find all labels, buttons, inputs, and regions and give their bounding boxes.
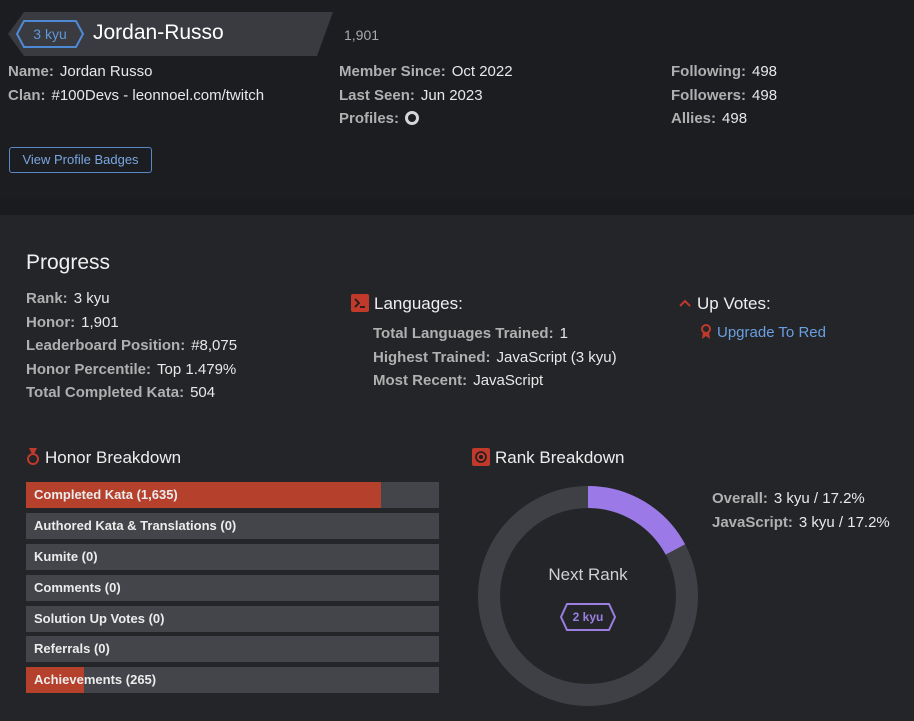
languages-stats: Total Languages Trained: 1 Highest Traine… xyxy=(373,322,617,393)
lang-highest-trained: Highest Trained: JavaScript (3 kyu) xyxy=(373,348,617,366)
rank-breakdown-title: Rank Breakdown xyxy=(495,448,625,467)
languages-title: Languages: xyxy=(374,294,463,313)
honor-breakdown-heading: Honor Breakdown xyxy=(26,448,181,468)
rank-breakdown-stats: Overall: 3 kyu / 17.2% JavaScript: 3 kyu /… xyxy=(712,487,890,534)
rank-overall: Overall: 3 kyu / 17.2% xyxy=(712,490,865,507)
honor-bar: Solution Up Votes (0) xyxy=(26,605,439,632)
chevron-up-icon xyxy=(678,294,692,312)
honor-bar: Achievements (265) xyxy=(26,667,439,694)
honor-bar: Completed Kata (1,635) xyxy=(26,482,439,508)
upgrade-to-red-link[interactable]: Upgrade To Red xyxy=(700,324,826,341)
rank-javascript: JavaScript: 3 kyu / 17.2% xyxy=(712,513,890,531)
next-rank-badge-label: 2 kyu xyxy=(572,610,604,624)
rank-badge-label: 3 kyu xyxy=(33,26,67,42)
stat-honor: Honor: 1,901 xyxy=(26,313,119,331)
rank-progress-donut xyxy=(478,486,698,706)
honor-breakdown-title: Honor Breakdown xyxy=(45,448,182,467)
lang-most-recent: Most Recent: JavaScript xyxy=(373,372,544,389)
honor-bar: Authored Kata & Translations (0) xyxy=(26,512,439,539)
ribbon-icon xyxy=(700,324,712,340)
medal-icon xyxy=(26,448,40,466)
terminal-icon xyxy=(351,294,369,312)
stat-rank: Rank: 3 kyu xyxy=(26,290,110,307)
profile-info-col2: Member Since: Oct 2022 Last Seen: Jun 2023… xyxy=(339,60,513,131)
info-row-last-seen: Last Seen: Jun 2023 xyxy=(339,86,483,104)
honor-bar-label: Kumite (0) xyxy=(34,548,98,564)
rank-breakdown-heading: Rank Breakdown xyxy=(472,448,624,468)
username: Jordan-Russo xyxy=(93,21,224,44)
info-row-following[interactable]: Following: 498 xyxy=(671,60,777,84)
progress-stats: Rank: 3 kyu Honor: 1,901 Leaderboard Posit… xyxy=(26,287,237,405)
lang-total-trained: Total Languages Trained: 1 xyxy=(373,325,568,342)
info-row-allies[interactable]: Allies: 498 xyxy=(671,107,777,131)
languages-heading: Languages: xyxy=(351,294,463,314)
honor-bar-label: Solution Up Votes (0) xyxy=(34,610,165,626)
stat-honor-percentile: Honor Percentile: Top 1.479% xyxy=(26,360,237,378)
progress-title: Progress xyxy=(26,251,111,274)
honor-bar: Referrals (0) xyxy=(26,636,439,663)
honor-breakdown-bars: Completed Kata (1,635) Authored Kata & Tr… xyxy=(26,482,439,698)
target-icon xyxy=(472,448,490,466)
view-profile-badges-button[interactable]: View Profile Badges xyxy=(9,147,152,173)
info-row-name: Name: Jordan Russo xyxy=(8,63,153,80)
next-rank-badge: 2 kyu xyxy=(559,602,617,632)
honor-bar: Comments (0) xyxy=(26,574,439,601)
honor-bar: Kumite (0) xyxy=(26,543,439,570)
profile-info-col1: Name: Jordan Russo Clan: #100Devs - leonno… xyxy=(8,60,264,107)
stat-total-completed-kata: Total Completed Kata: 504 xyxy=(26,384,216,401)
info-row-followers[interactable]: Followers: 498 xyxy=(671,84,777,108)
next-rank-label: Next Rank xyxy=(548,565,628,584)
section-divider xyxy=(0,199,914,215)
rank-badge: 3 kyu xyxy=(15,19,85,49)
info-row-profiles: Profiles: xyxy=(339,107,513,131)
stat-leaderboard-position: Leaderboard Position: #8,075 xyxy=(26,337,238,354)
honor-bar-label: Authored Kata & Translations (0) xyxy=(34,517,237,533)
upvotes-title: Up Votes: xyxy=(697,294,771,313)
honor-score: 1,901 xyxy=(344,27,380,43)
upvotes-heading: Up Votes: xyxy=(678,294,771,314)
honor-bar-label: Referrals (0) xyxy=(34,641,110,657)
honor-bar-label: Completed Kata (1,635) xyxy=(34,487,178,502)
github-icon[interactable] xyxy=(405,111,420,125)
upgrade-to-red-label[interactable]: Upgrade To Red xyxy=(717,324,826,341)
info-row-clan: Clan: #100Devs - leonnoel.com/twitch xyxy=(8,86,265,104)
honor-bar-label: Achievements (265) xyxy=(34,672,157,688)
info-row-member-since: Member Since: Oct 2022 xyxy=(339,63,513,80)
honor-bar-label: Comments (0) xyxy=(34,579,121,595)
profile-info-col3: Following: 498 Followers: 498 Allies: 498 xyxy=(671,60,777,131)
